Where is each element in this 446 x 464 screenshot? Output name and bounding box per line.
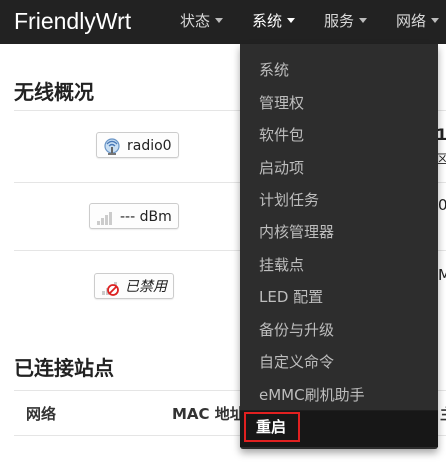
disabled-status: 已禁用 [125, 279, 167, 295]
nav-menu-label: 服务 [324, 12, 355, 30]
signal-strength-icon [97, 212, 112, 225]
signal-badge[interactable]: --- dBm [89, 203, 179, 229]
menu-item-scheduled-tasks[interactable]: 计划任务 [259, 189, 319, 211]
menu-item-kernel-manager[interactable]: 内核管理器 [259, 221, 334, 243]
nav-menu-services[interactable]: 服务 [324, 11, 368, 31]
wireless-overview-title: 无线概况 [14, 80, 94, 104]
menu-item-mount-points[interactable]: 挂载点 [259, 254, 304, 276]
nav-menu-label: 网络 [396, 12, 427, 30]
disabled-info-cut: M [438, 266, 446, 284]
menu-item-custom-commands[interactable]: 自定义命令 [259, 351, 334, 373]
highlight-box [244, 412, 300, 442]
signal-value: --- dBm [120, 209, 172, 225]
nav-menu-label: 系统 [252, 12, 283, 30]
caret-down-icon [287, 18, 296, 23]
menu-item-software[interactable]: 软件包 [259, 124, 304, 146]
menu-item-administration[interactable]: 管理权 [259, 92, 304, 114]
signal-info-cut: 0 [438, 196, 446, 214]
column-header-mac: MAC 地址 [172, 405, 245, 423]
column-header-network: 网络 [26, 405, 57, 423]
radio-badge[interactable]: radio0 [96, 132, 179, 158]
caret-down-icon [215, 18, 224, 23]
disabled-signal-icon [102, 282, 119, 296]
menu-item-system[interactable]: 系统 [259, 59, 289, 81]
menu-item-led-config[interactable]: LED 配置 [259, 286, 323, 308]
wireless-radio-icon [104, 138, 120, 155]
menu-item-backup-upgrade[interactable]: 备份与升级 [259, 319, 334, 341]
nav-menu-system[interactable]: 系统 [252, 11, 296, 31]
radio-name: radio0 [127, 138, 172, 154]
caret-down-icon [359, 18, 368, 23]
nav-menu-label: 状态 [180, 12, 211, 30]
menu-item-emmc-flasher[interactable]: eMMC刷机助手 [259, 384, 365, 406]
top-navbar: FriendlyWrt 状态 系统 服务 网络 [0, 0, 446, 44]
menu-item-startup[interactable]: 启动项 [259, 157, 304, 179]
caret-down-icon [431, 18, 440, 23]
nav-menu-network[interactable]: 网络 [396, 11, 440, 31]
system-dropdown-menu: 系统 管理权 软件包 启动项 计划任务 内核管理器 挂载点 LED 配置 备份与… [240, 44, 438, 449]
column-header-host: 主 [440, 403, 446, 424]
nav-menu-status[interactable]: 状态 [180, 11, 224, 31]
disabled-badge[interactable]: 已禁用 [94, 273, 174, 299]
connected-stations-title: 已连接站点 [14, 356, 114, 380]
brand-logo[interactable]: FriendlyWrt [14, 6, 131, 36]
